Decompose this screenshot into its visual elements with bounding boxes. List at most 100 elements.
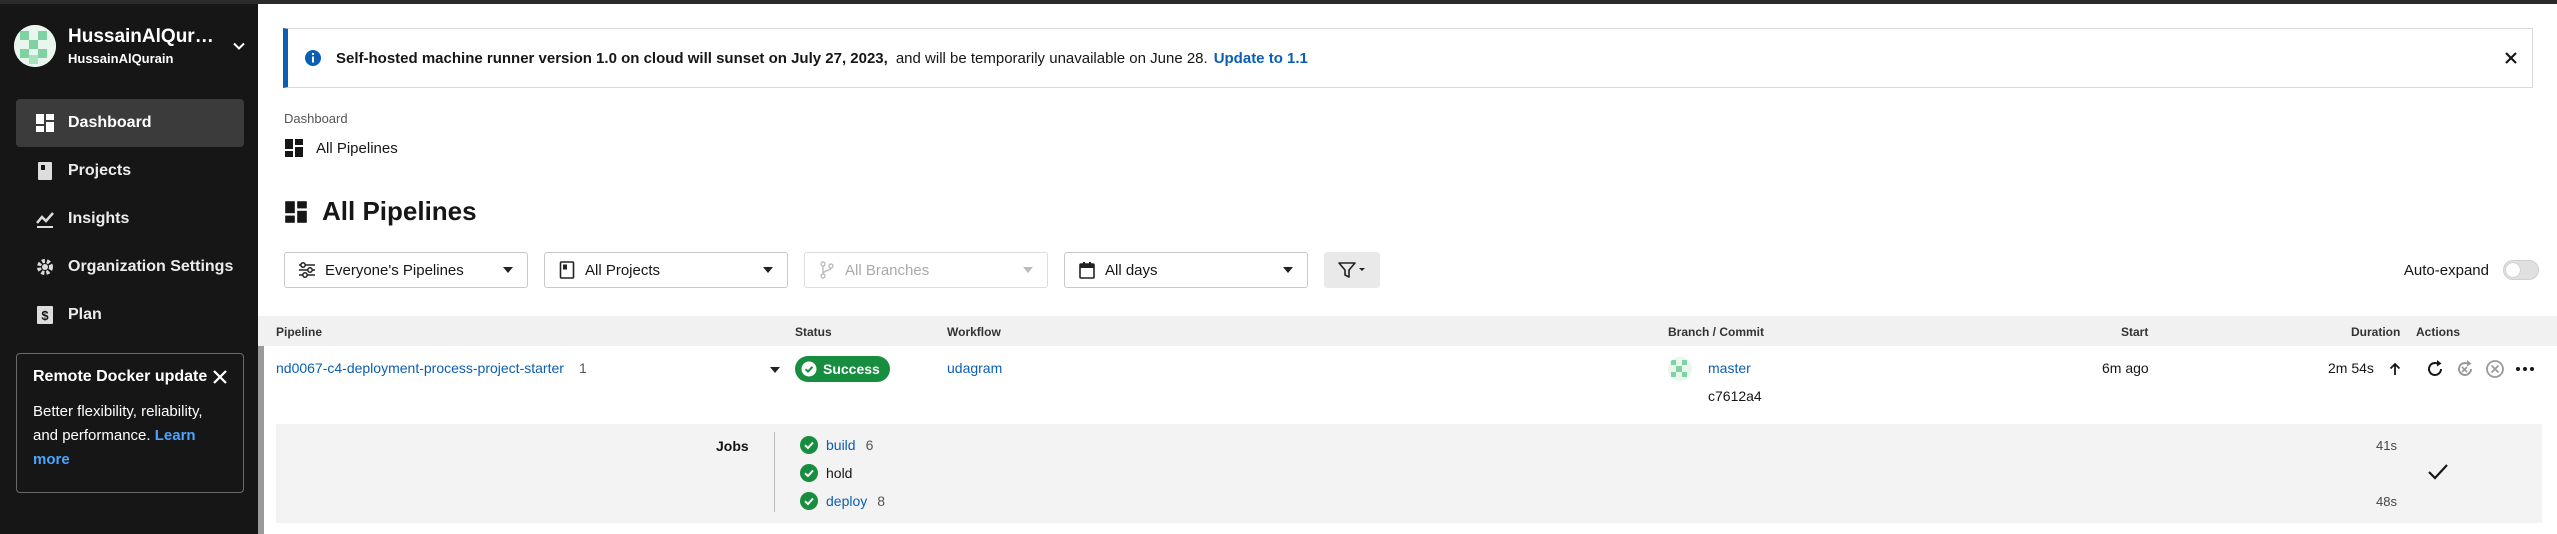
sidebar-item-plan[interactable]: $ Plan (16, 291, 244, 339)
branches-select[interactable]: All Branches (804, 252, 1048, 288)
pipelines-select-value: Everyone's Pipelines (325, 261, 464, 279)
job-item: build 6 (800, 436, 873, 454)
start-time: 6m ago (2102, 360, 2149, 376)
avatar (1668, 357, 1692, 381)
workflow-link[interactable]: udagram (947, 360, 1002, 376)
breadcrumb-root[interactable]: Dashboard (284, 111, 348, 126)
status-badge[interactable]: Success (795, 356, 890, 382)
sidebar-item-label: Plan (68, 306, 102, 323)
commit-hash[interactable]: c7612a4 (1708, 388, 1762, 404)
job-number: 8 (877, 493, 886, 509)
breadcrumb-current-label: All Pipelines (316, 139, 398, 157)
gear-icon (34, 256, 56, 278)
sidebar-item-projects[interactable]: Projects (16, 147, 244, 195)
sunset-banner: Self-hosted machine runner version 1.0 o… (283, 28, 2533, 88)
more-icon[interactable] (2514, 358, 2536, 380)
top-edge-bar (0, 0, 2557, 4)
job-build-link[interactable]: build (826, 437, 856, 453)
arrow-up-icon (2389, 362, 2401, 375)
promo-card: Remote Docker update Better flexibility,… (16, 353, 244, 493)
info-icon (305, 50, 321, 66)
page-title-text: All Pipelines (322, 196, 477, 226)
chevron-down-icon[interactable] (228, 35, 250, 57)
pipelines-table-header: Pipeline Status Workflow Branch / Commit… (258, 316, 2557, 346)
filter-icon (1338, 262, 1365, 278)
dashboard-icon (285, 139, 303, 157)
pipelines-select[interactable]: Everyone's Pipelines (284, 252, 528, 288)
job-number: 6 (865, 437, 874, 453)
approved-check-icon (2428, 464, 2448, 480)
org-avatar (14, 25, 56, 67)
caret-down-icon (1023, 267, 1033, 273)
check-circle-icon (801, 361, 817, 377)
tree-line (774, 432, 775, 512)
sidebar: HussainAlQurain HussainAlQurain Dashboar… (0, 4, 258, 534)
autoexpand-control: Auto-expand (2404, 260, 2539, 280)
header-actions: Actions (2416, 325, 2461, 339)
branch-icon (817, 260, 837, 280)
job-hold-label: hold (826, 465, 853, 481)
check-circle-icon (800, 492, 818, 510)
job-item: deploy 8 (800, 492, 885, 510)
banner-update-link[interactable]: Update to 1.1 (1214, 50, 1308, 67)
banner-text: and will be temporarily unavailable on J… (895, 49, 1208, 67)
sidebar-item-organization-settings[interactable]: Organization Settings (16, 243, 244, 291)
pipeline-link[interactable]: nd0067-c4-deployment-process-project-sta… (276, 360, 564, 376)
caret-down-icon (1283, 267, 1293, 273)
rerun-failed-icon[interactable] (2454, 358, 2476, 380)
header-pipeline: Pipeline (276, 325, 323, 339)
check-circle-icon (800, 436, 818, 454)
org-sub: HussainAlQurain (68, 51, 174, 66)
dollar-icon: $ (34, 304, 56, 326)
book-icon (557, 260, 577, 280)
autoexpand-label: Auto-expand (2403, 261, 2489, 279)
caret-down-icon (503, 267, 513, 273)
org-switcher[interactable]: HussainAlQurain HussainAlQurain (14, 22, 250, 70)
jobs-label: Jobs (716, 438, 749, 454)
header-workflow: Workflow (947, 325, 1001, 339)
job-deploy-link[interactable]: deploy (826, 493, 867, 509)
autoexpand-toggle[interactable] (2503, 260, 2539, 280)
breadcrumb-current: All Pipelines (284, 138, 398, 158)
promo-title: Remote Docker update (33, 368, 208, 385)
projects-select[interactable]: All Projects (544, 252, 788, 288)
days-select-value: All days (1105, 261, 1158, 279)
branch-link[interactable]: master (1708, 360, 1751, 376)
branches-select-value: All Branches (845, 261, 930, 279)
sidebar-item-label: Dashboard (68, 114, 152, 131)
rerun-icon[interactable] (2424, 358, 2446, 380)
sidebar-item-label: Organization Settings (68, 258, 234, 275)
caret-down-icon (763, 267, 773, 273)
dashboard-icon (285, 200, 307, 223)
sidebar-item-label: Projects (68, 162, 132, 179)
dashboard-icon (34, 112, 56, 134)
duration-value: 2m 54s (2328, 360, 2374, 376)
banner-bold-text: Self-hosted machine runner version 1.0 o… (336, 49, 888, 67)
pipeline-number: 1 (579, 360, 587, 376)
header-status: Status (795, 325, 832, 339)
caret-down-icon[interactable] (770, 367, 780, 373)
filter-menu-button[interactable] (1324, 252, 1380, 288)
close-icon[interactable] (2502, 49, 2520, 67)
jobs-panel: Jobs build 6 hold deploy 8 41s 48s (276, 424, 2542, 523)
job-duration: 48s (2376, 494, 2397, 509)
calendar-icon (1077, 260, 1097, 280)
sidebar-nav: Dashboard Projects Insights Organization… (16, 99, 244, 339)
book-icon (34, 160, 56, 182)
header-branch-commit: Branch / Commit (1668, 325, 1765, 339)
sliders-icon (297, 260, 317, 280)
sidebar-item-dashboard[interactable]: Dashboard (16, 99, 244, 147)
sidebar-item-insights[interactable]: Insights (16, 195, 244, 243)
org-name: HussainAlQurain (68, 26, 218, 47)
check-circle-icon (800, 464, 818, 482)
job-duration: 41s (2376, 438, 2397, 453)
close-icon[interactable] (211, 368, 229, 386)
page-title: All Pipelines (284, 196, 477, 227)
status-label: Success (823, 361, 880, 377)
cancel-icon[interactable] (2484, 358, 2506, 380)
promo-body: Better flexibility, reliability, and per… (33, 400, 227, 472)
header-duration: Duration (2351, 325, 2401, 339)
sidebar-item-label: Insights (68, 210, 130, 227)
projects-select-value: All Projects (585, 261, 661, 279)
days-select[interactable]: All days (1064, 252, 1308, 288)
